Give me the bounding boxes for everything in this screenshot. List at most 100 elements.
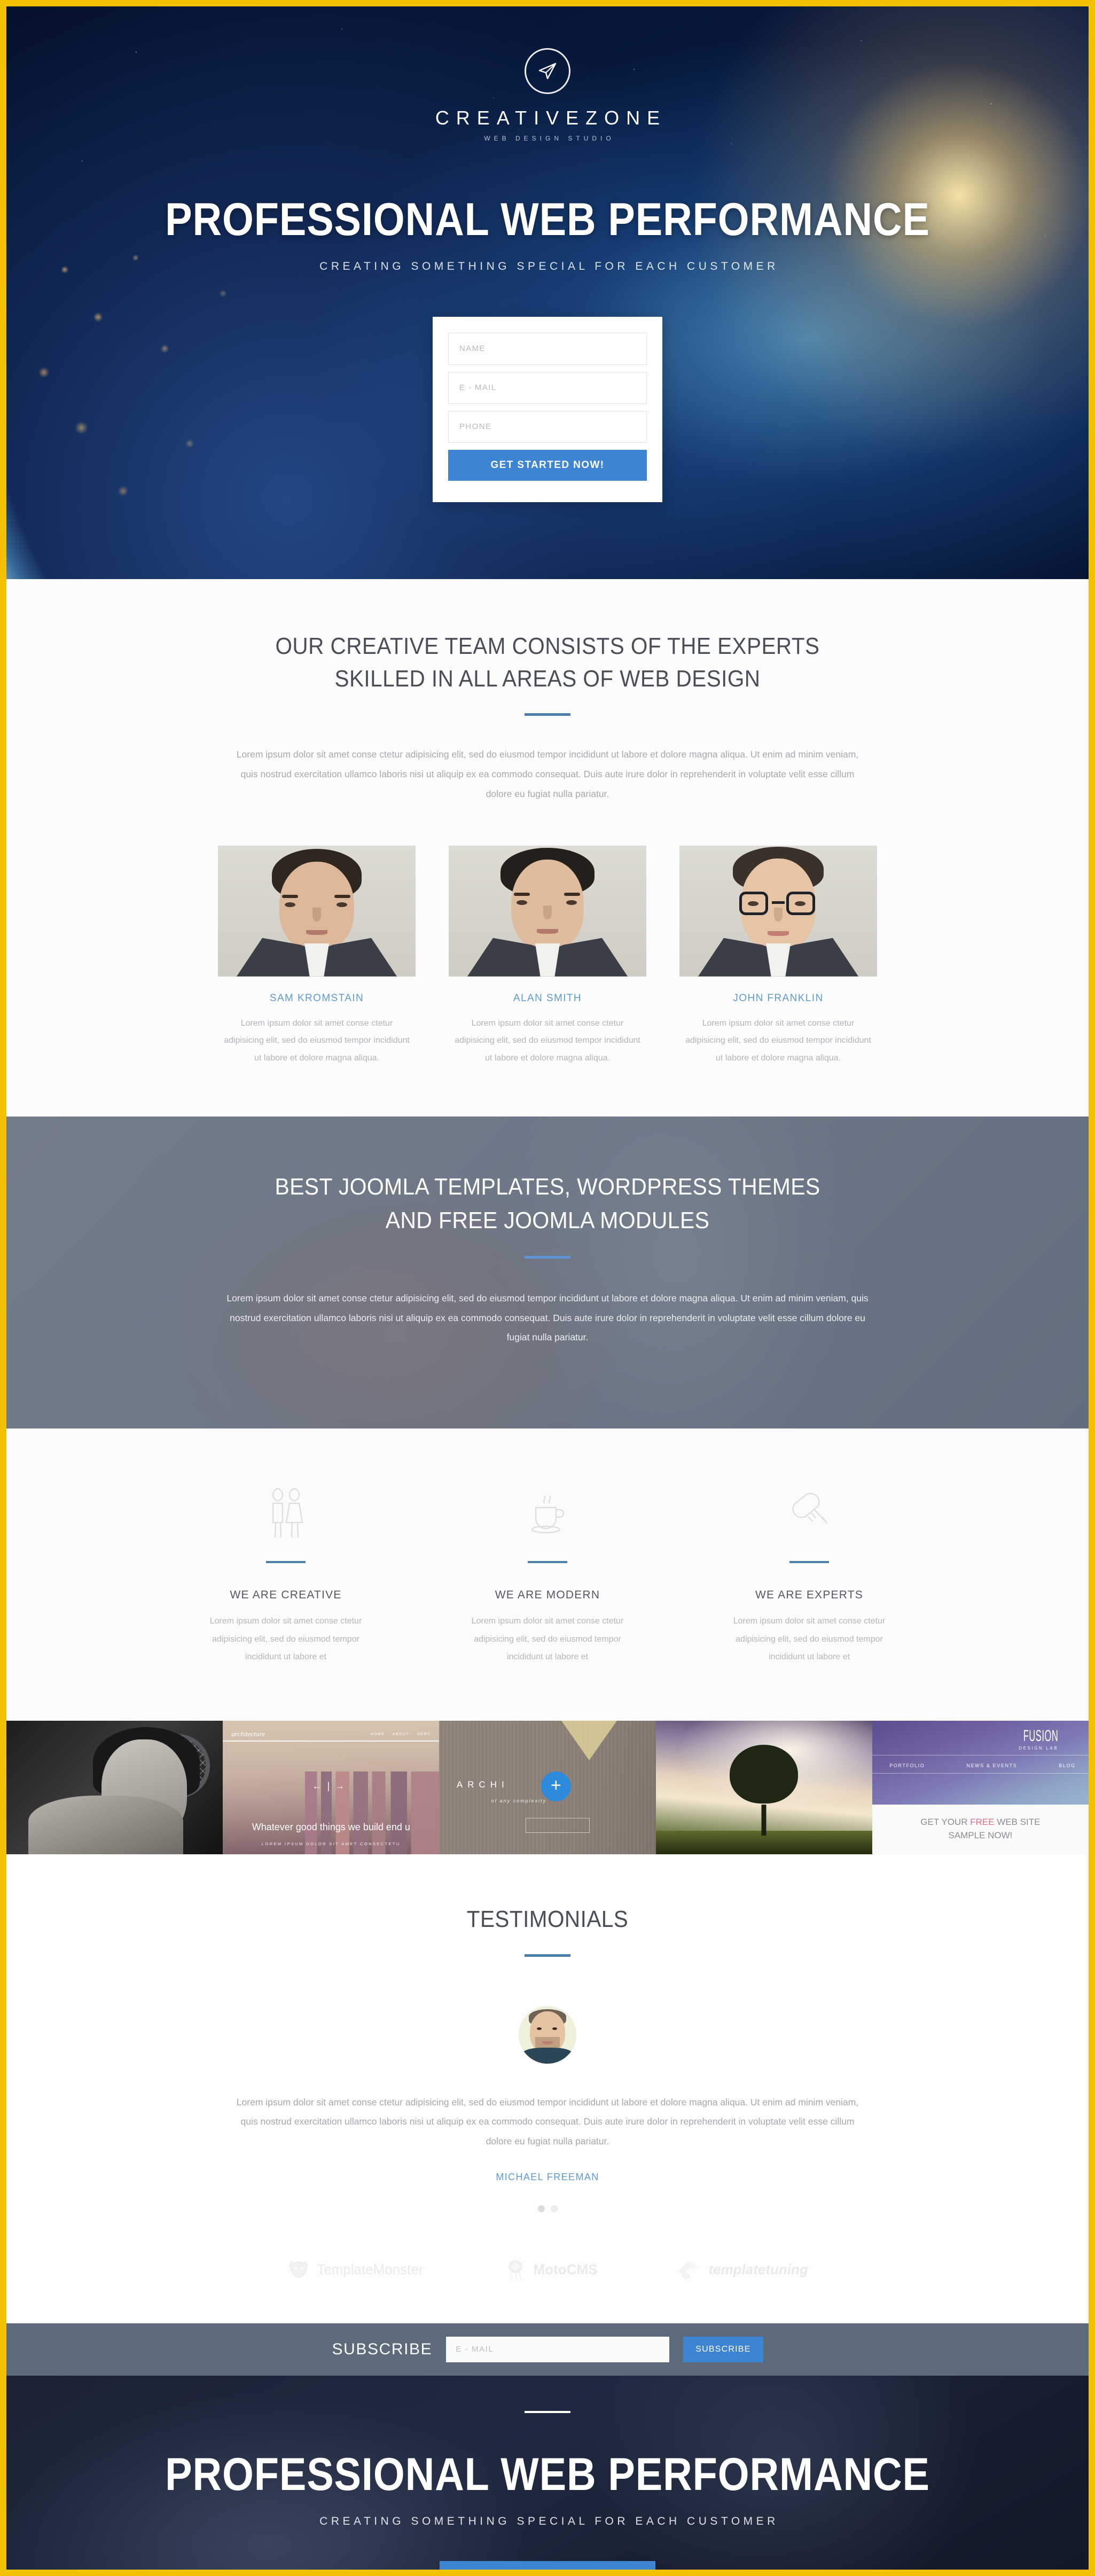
carousel-dot-active[interactable]: [537, 2205, 545, 2212]
testimonials-heading: TESTIMONIALS: [466, 1906, 629, 1932]
cta-line2: SAMPLE NOW!: [948, 1830, 1013, 1840]
partner-name: templatetuning: [708, 2261, 808, 2278]
cta-pre: GET YOUR: [920, 1817, 971, 1828]
member-name: JOHN FRANKLIN: [733, 992, 824, 1004]
arrow-icon: [679, 2261, 698, 2280]
banner-heading-line1: BEST JOOMLA TEMPLATES, WORDPRESS THEMES: [275, 1174, 820, 1200]
tile-logo: architecture: [231, 1730, 265, 1738]
monster-icon: [290, 2261, 308, 2278]
feature-desc: Lorem ipsum dolor sit amet conse ctetur …: [209, 1617, 362, 1662]
member-desc: Lorem ipsum dolor sit amet conse ctetur …: [685, 1018, 871, 1063]
section-rule: [525, 713, 570, 716]
partner-name: MotoCMS: [533, 2261, 598, 2278]
member-desc: Lorem ipsum dolor sit amet conse ctetur …: [455, 1018, 640, 1063]
cta-post: WEB SITE: [994, 1817, 1041, 1828]
footer-get-started-button[interactable]: GET STARTED NOW!: [440, 2561, 655, 2570]
banner-heading-line2: AND FREE JOOMLA MODULES: [385, 1207, 710, 1234]
phone-input[interactable]: [448, 411, 647, 443]
team-member[interactable]: JOHN FRANKLIN Lorem ipsum dolor sit amet…: [679, 845, 877, 1067]
subscribe-email-input[interactable]: [446, 2336, 670, 2362]
tile-caption: Whatever good things we build end u: [252, 1821, 410, 1832]
team-lead-text: Lorem ipsum dolor sit amet conse ctetur …: [236, 749, 859, 799]
banner-heading: BEST JOOMLA TEMPLATES, WORDPRESS THEMES …: [44, 1170, 1051, 1238]
feature-desc: Lorem ipsum dolor sit amet conse ctetur …: [733, 1617, 886, 1662]
hero-lead-form: GET STARTED NOW!: [433, 317, 662, 502]
email-input[interactable]: [448, 372, 647, 404]
subscribe-section: SUBSCRIBE SUBSCRIBE: [6, 2323, 1089, 2376]
team-member[interactable]: ALAN SMITH Lorem ipsum dolor sit amet co…: [449, 845, 646, 1067]
hero-subtitle: CREATING SOMETHING SPECIAL FOR EACH CUST…: [319, 260, 779, 272]
feature-item: WE ARE EXPERTS Lorem ipsum dolor sit ame…: [721, 1484, 897, 1666]
section-rule: [525, 2410, 570, 2413]
feature-item: WE ARE MODERN Lorem ipsum dolor sit amet…: [459, 1484, 636, 1666]
feature-rule: [266, 1561, 306, 1564]
portfolio-tile-tree[interactable]: [655, 1720, 872, 1854]
team-heading-line1: OUR CREATIVE TEAM CONSISTS OF THE EXPERT…: [275, 633, 820, 659]
free-sample-cta: GET YOUR FREE WEB SITE SAMPLE NOW!: [872, 1816, 1089, 1842]
feature-title: WE ARE EXPERTS: [755, 1589, 863, 1602]
member-desc: Lorem ipsum dolor sit amet conse ctetur …: [224, 1018, 410, 1063]
feature-rule: [528, 1561, 567, 1564]
tile-nav-item: SERV: [417, 1732, 431, 1737]
testimonials-section: TESTIMONIALS Lorem ipsum dolor sit amet …: [6, 1854, 1089, 2323]
testimonial-avatar: [519, 2005, 576, 2064]
partner-templatemonster[interactable]: TemplateMonster: [287, 2260, 424, 2280]
landing-page: CREATIVEZONE WEB DESIGN STUDIO PROFESSIO…: [6, 6, 1089, 2570]
member-photo: [679, 845, 877, 977]
footer-cta-title: PROFESSIONAL WEB PERFORMANCE: [165, 2448, 930, 2500]
feature-title: WE ARE MODERN: [495, 1589, 600, 1602]
fusion-sub: DESIGN LAB: [1019, 1746, 1059, 1751]
portfolio-tile-fusion[interactable]: FUSION DESIGN LAB PORTFOLIO NEWS & EVENT…: [872, 1720, 1089, 1854]
team-grid: SAM KROMSTAIN Lorem ipsum dolor sit amet…: [6, 845, 1089, 1067]
partner-templatetuning[interactable]: templatetuning: [677, 2260, 808, 2280]
hero-title: PROFESSIONAL WEB PERFORMANCE: [165, 194, 930, 245]
team-section: OUR CREATIVE TEAM CONSISTS OF THE EXPERT…: [6, 579, 1089, 1117]
brand-tagline: WEB DESIGN STUDIO: [484, 135, 615, 142]
fusion-nav: PORTFOLIO NEWS & EVENTS BLOG: [889, 1763, 1076, 1768]
fusion-name: FUSION: [1023, 1727, 1059, 1745]
member-name: SAM KROMSTAIN: [269, 992, 364, 1004]
carousel-arrows-icon: ←|→: [312, 1781, 350, 1792]
portfolio-tile-architecture[interactable]: architecture HOME ABOUT SERV ←|→ Whateve…: [223, 1720, 440, 1854]
section-rule: [525, 1954, 570, 1957]
feature-rule: [789, 1561, 829, 1564]
feature-desc: Lorem ipsum dolor sit amet conse ctetur …: [471, 1617, 624, 1662]
features-grid: WE ARE CREATIVE Lorem ipsum dolor sit am…: [6, 1484, 1089, 1666]
testimonial-author: MICHAEL FREEMAN: [496, 2171, 599, 2182]
testimonial-quote: Lorem ipsum dolor sit amet conse ctetur …: [236, 2096, 859, 2147]
name-input[interactable]: [448, 333, 647, 365]
member-photo: [218, 845, 416, 977]
member-photo: [449, 845, 646, 977]
coffee-cup-icon: [459, 1484, 636, 1544]
hero-section: CREATIVEZONE WEB DESIGN STUDIO PROFESSIO…: [6, 6, 1089, 579]
carousel-dots[interactable]: [6, 2205, 1089, 2212]
tile-nav-item: ABOUT: [392, 1732, 410, 1737]
paper-plane-icon[interactable]: [525, 48, 570, 94]
carousel-dot[interactable]: [550, 2205, 558, 2212]
tile-sub: of any complexity: [491, 1798, 547, 1804]
subscribe-button[interactable]: SUBSCRIBE: [683, 2336, 763, 2362]
tile-nav-item: HOME: [370, 1732, 385, 1737]
fusion-nav-item: NEWS & EVENTS: [966, 1762, 1018, 1768]
key-icon: [721, 1484, 897, 1544]
partner-logos: TemplateMonster MotoCMS templatetuning: [6, 2259, 1089, 2281]
team-heading-line2: SKILLED IN ALL AREAS OF WEB DESIGN: [334, 665, 761, 692]
get-started-button[interactable]: GET STARTED NOW!: [448, 450, 647, 481]
plus-icon: +: [541, 1771, 571, 1801]
team-member[interactable]: SAM KROMSTAIN Lorem ipsum dolor sit amet…: [218, 845, 416, 1067]
portfolio-tile-athlete[interactable]: [6, 1720, 223, 1854]
section-rule: [525, 1255, 570, 1259]
partner-name: TemplateMonster: [317, 2261, 424, 2278]
portfolio-tile-archicture[interactable]: ARCHI + of any complexity: [439, 1720, 656, 1854]
partner-motocms[interactable]: MotoCMS: [504, 2259, 598, 2281]
banner-lead-text: Lorem ipsum dolor sit amet conse ctetur …: [226, 1292, 869, 1343]
cta-free: FREE: [970, 1817, 995, 1828]
features-section: WE ARE CREATIVE Lorem ipsum dolor sit am…: [6, 1428, 1089, 1721]
rocket-icon: [508, 2260, 522, 2281]
portfolio-strip: architecture HOME ABOUT SERV ←|→ Whateve…: [6, 1720, 1089, 1854]
footer-cta-subtitle: CREATING SOMETHING SPECIAL FOR EACH CUST…: [319, 2515, 779, 2527]
subscribe-label: SUBSCRIBE: [332, 2340, 433, 2358]
promo-banner-section: BEST JOOMLA TEMPLATES, WORDPRESS THEMES …: [6, 1117, 1089, 1429]
member-name: ALAN SMITH: [513, 992, 582, 1004]
footer-cta-section: PROFESSIONAL WEB PERFORMANCE CREATING SO…: [6, 2375, 1089, 2570]
